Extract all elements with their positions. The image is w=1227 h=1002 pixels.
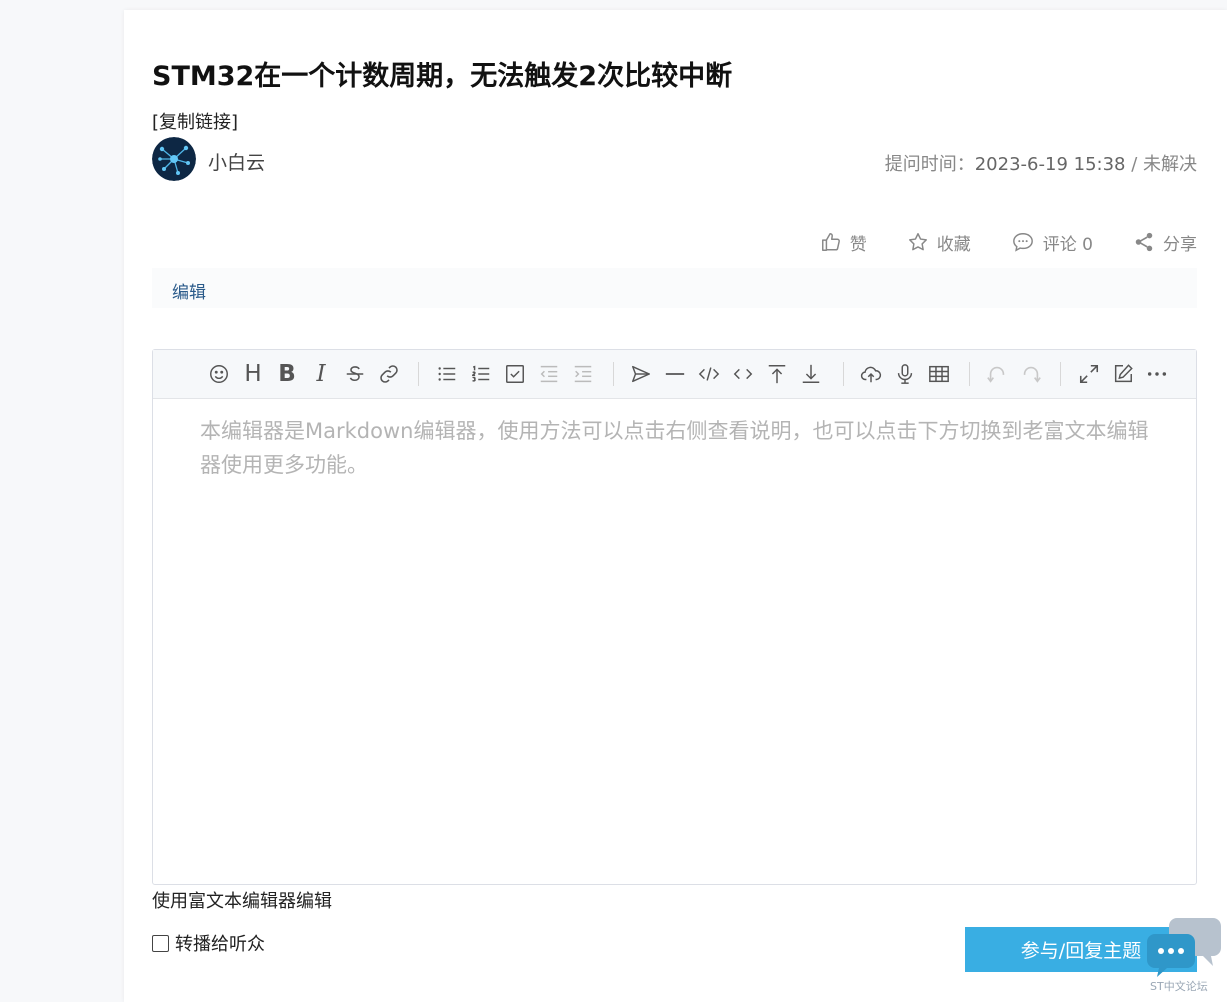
author-name[interactable]: 小白云 bbox=[208, 148, 265, 175]
comment-button[interactable]: 评论 0 bbox=[1011, 230, 1093, 255]
quote-icon[interactable] bbox=[629, 362, 653, 386]
editor-placeholder[interactable]: 本编辑器是Markdown编辑器，使用方法可以点击右侧查看说明，也可以点击下方切… bbox=[200, 414, 1160, 482]
toolbar-divider bbox=[969, 362, 970, 386]
undo-icon[interactable] bbox=[985, 362, 1009, 386]
editor-toolbar: H B I bbox=[153, 350, 1196, 399]
post-meta: 提问时间：2023-6-19 15:38 / 未解决 bbox=[885, 150, 1197, 176]
redo-icon[interactable] bbox=[1019, 362, 1043, 386]
heading-glyph: H bbox=[244, 361, 262, 387]
forum-label: ST中文论坛 bbox=[1150, 980, 1208, 993]
edit-bar: 编辑 bbox=[152, 268, 1197, 308]
like-label: 赞 bbox=[849, 234, 867, 255]
indent-icon[interactable] bbox=[571, 362, 595, 386]
heading-icon[interactable]: H bbox=[241, 362, 265, 386]
toolbar-divider bbox=[843, 362, 844, 386]
ordered-list-icon[interactable] bbox=[469, 362, 493, 386]
bullet-list-icon[interactable] bbox=[435, 362, 459, 386]
broadcast-label: 转播给听众 bbox=[175, 934, 265, 955]
outdent-icon[interactable] bbox=[537, 362, 561, 386]
upload-icon[interactable] bbox=[859, 362, 883, 386]
star-icon bbox=[907, 231, 929, 253]
toolbar-divider bbox=[1060, 362, 1061, 386]
status-separator: / bbox=[1125, 154, 1143, 175]
copy-link[interactable]: [复制链接] bbox=[152, 108, 238, 134]
broadcast-checkbox[interactable] bbox=[152, 934, 169, 952]
markdown-editor: H B I 本编辑器是Markdown编辑器，使用方法可以点击右侧查看说明，也可… bbox=[152, 349, 1197, 885]
share-button[interactable]: 分享 bbox=[1133, 230, 1197, 255]
link-icon[interactable] bbox=[377, 362, 401, 386]
post-date: 2023-6-19 15:38 bbox=[974, 154, 1126, 175]
edit-mode-icon[interactable] bbox=[1111, 362, 1135, 386]
status-badge: 未解决 bbox=[1143, 154, 1197, 175]
code-block-icon[interactable] bbox=[697, 362, 721, 386]
checklist-icon[interactable] bbox=[503, 362, 527, 386]
comment-icon bbox=[1011, 231, 1035, 253]
more-icon[interactable] bbox=[1145, 362, 1169, 386]
toolbar-divider bbox=[613, 362, 614, 386]
post-actions: 赞 收藏 评论 0 分享 bbox=[820, 228, 1197, 256]
italic-glyph: I bbox=[316, 361, 326, 387]
share-icon bbox=[1133, 231, 1155, 253]
table-icon[interactable] bbox=[927, 362, 951, 386]
post-card: STM32在一个计数周期，无法触发2次比较中断 [复制链接] 小白云 提问时间：… bbox=[124, 10, 1227, 1002]
thumbs-up-icon bbox=[820, 231, 842, 253]
hr-icon[interactable] bbox=[663, 362, 687, 386]
share-label: 分享 bbox=[1163, 234, 1197, 255]
strike-icon[interactable] bbox=[343, 362, 367, 386]
meta-label: 提问时间： bbox=[884, 154, 975, 175]
fullscreen-icon[interactable] bbox=[1077, 362, 1101, 386]
insert-before-icon[interactable] bbox=[765, 362, 789, 386]
favorite-label: 收藏 bbox=[936, 234, 971, 255]
post-title: STM32在一个计数周期，无法触发2次比较中断 bbox=[152, 61, 733, 92]
avatar[interactable] bbox=[152, 137, 196, 181]
record-icon[interactable] bbox=[893, 362, 917, 386]
toolbar-divider bbox=[418, 362, 419, 386]
emoji-icon[interactable] bbox=[207, 362, 231, 386]
like-button[interactable]: 赞 bbox=[820, 230, 867, 255]
comment-label: 评论 0 bbox=[1042, 234, 1093, 255]
insert-after-icon[interactable] bbox=[799, 362, 823, 386]
favorite-button[interactable]: 收藏 bbox=[907, 230, 971, 255]
switch-rich-editor-link[interactable]: 使用富文本编辑器编辑 bbox=[152, 887, 332, 913]
bold-icon[interactable]: B bbox=[275, 362, 299, 386]
inline-code-icon[interactable] bbox=[731, 362, 755, 386]
broadcast-option: 转播给听众 bbox=[152, 930, 265, 956]
bold-glyph: B bbox=[278, 361, 296, 387]
italic-icon[interactable]: I bbox=[309, 362, 333, 386]
edit-link[interactable]: 编辑 bbox=[172, 278, 206, 303]
chat-widget[interactable] bbox=[1145, 918, 1225, 978]
